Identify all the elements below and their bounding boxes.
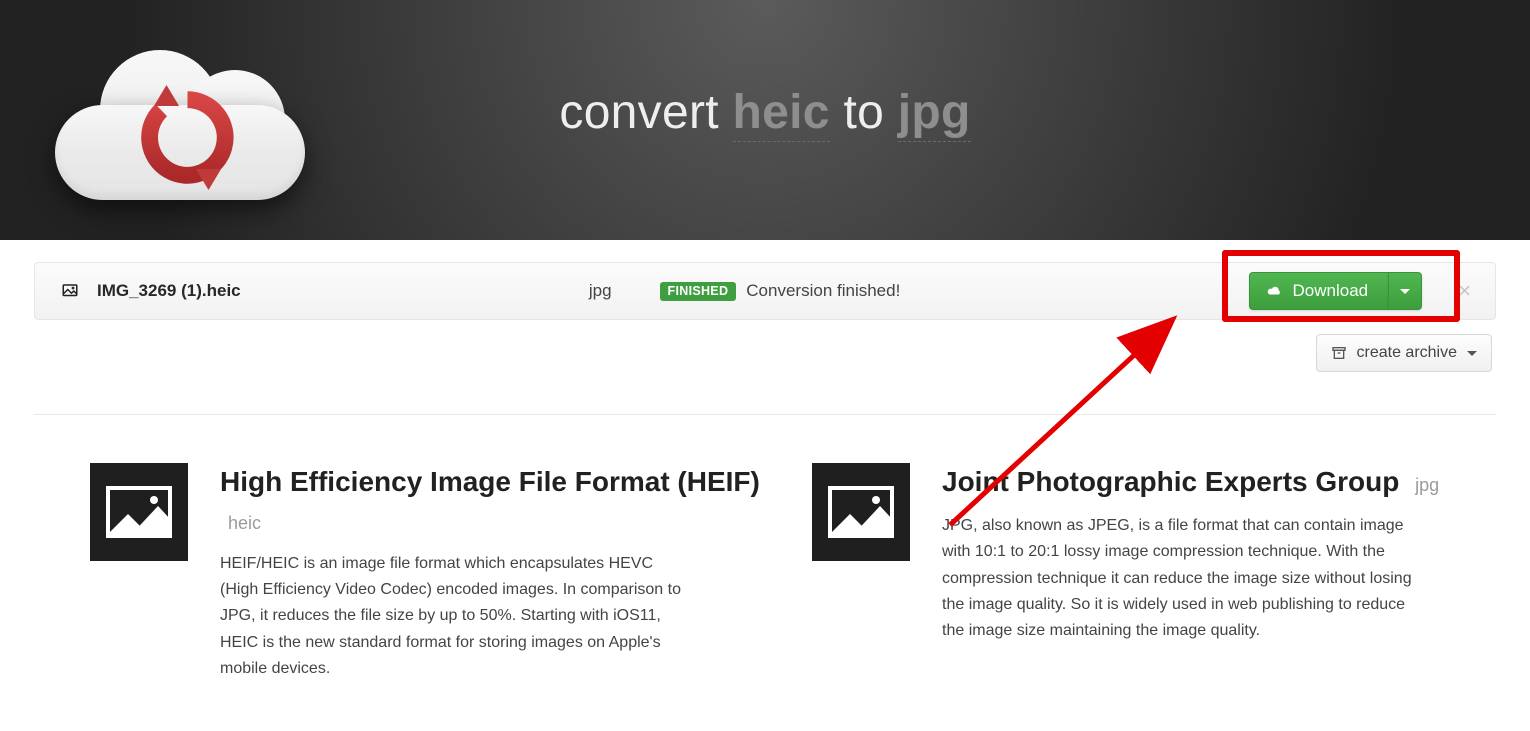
image-file-icon: [61, 282, 79, 300]
heif-info-column: High Efficiency Image File Format (HEIF)…: [90, 463, 772, 683]
archive-row: create archive: [0, 320, 1530, 390]
download-button[interactable]: Download: [1249, 272, 1389, 310]
cloud-download-icon: [1266, 284, 1283, 298]
image-format-icon: [90, 463, 188, 561]
jpg-info-column: Joint Photographic Experts Group jpg JPG…: [812, 463, 1494, 683]
remove-file-button[interactable]: ×: [1452, 278, 1477, 304]
create-archive-button[interactable]: create archive: [1316, 334, 1493, 372]
jpg-description: JPG, also known as JPEG, is a file forma…: [942, 513, 1412, 645]
file-name: IMG_3269 (1).heic: [97, 281, 241, 301]
format-info-section: High Efficiency Image File Format (HEIF)…: [0, 415, 1530, 683]
title-prefix: convert: [559, 86, 719, 139]
title-mid: to: [843, 86, 884, 139]
jpg-title-text: Joint Photographic Experts Group: [942, 466, 1399, 497]
conversion-area: IMG_3269 (1).heic jpg FINISHED Conversio…: [0, 240, 1530, 320]
jpg-subtitle: jpg: [1415, 475, 1439, 495]
heif-subtitle: heic: [228, 513, 261, 533]
output-extension: jpg: [589, 281, 612, 301]
page-title: convert heic to jpg: [0, 85, 1530, 140]
to-format-link[interactable]: jpg: [898, 86, 971, 142]
heif-title: High Efficiency Image File Format (HEIF)…: [220, 463, 772, 539]
archive-icon: [1331, 345, 1347, 361]
status-text: Conversion finished!: [746, 281, 900, 301]
chevron-down-icon: [1467, 351, 1477, 356]
heif-title-text: High Efficiency Image File Format (HEIF): [220, 466, 760, 497]
jpg-title: Joint Photographic Experts Group jpg: [942, 463, 1439, 501]
archive-label: create archive: [1357, 344, 1458, 362]
chevron-down-icon: [1400, 289, 1410, 294]
image-format-icon: [812, 463, 910, 561]
page-header: convert heic to jpg: [0, 0, 1530, 240]
download-label: Download: [1293, 281, 1369, 301]
download-button-group: Download: [1249, 272, 1423, 310]
heif-description: HEIF/HEIC is an image file format which …: [220, 551, 690, 683]
download-dropdown-toggle[interactable]: [1388, 272, 1422, 310]
status-badge: FINISHED: [660, 282, 737, 301]
conversion-row: IMG_3269 (1).heic jpg FINISHED Conversio…: [34, 262, 1496, 320]
from-format-link[interactable]: heic: [733, 86, 830, 142]
